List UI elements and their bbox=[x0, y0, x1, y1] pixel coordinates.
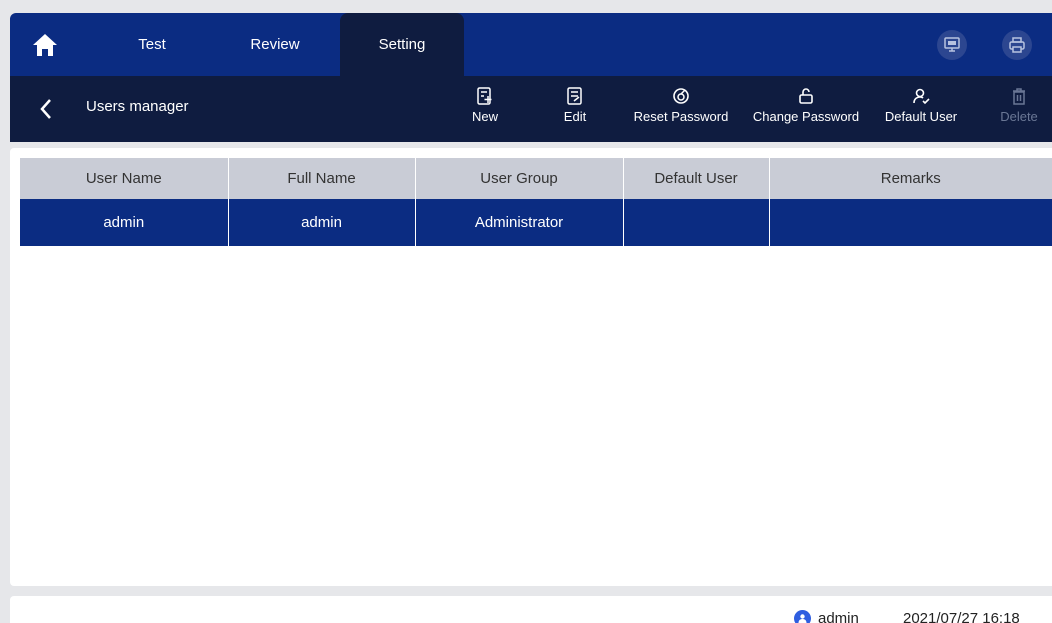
cell-remarks bbox=[769, 199, 1052, 246]
action-toolbar: Users manager New Edit Reset Password Ch… bbox=[10, 76, 1052, 142]
tab-label: Setting bbox=[378, 36, 426, 53]
column-header-user-name[interactable]: User Name bbox=[20, 158, 229, 199]
table-row[interactable]: admin admin Administrator bbox=[20, 199, 1052, 246]
tab-test[interactable]: Test bbox=[92, 13, 212, 76]
change-password-button[interactable]: Change Password bbox=[741, 86, 871, 134]
tab-label: Review bbox=[250, 36, 300, 53]
chevron-left-icon bbox=[40, 99, 51, 119]
page-title: Users manager bbox=[86, 98, 189, 115]
column-header-remarks[interactable]: Remarks bbox=[769, 158, 1052, 199]
cell-user-name: admin bbox=[20, 199, 229, 246]
cell-user-group: Administrator bbox=[415, 199, 624, 246]
app-window: Test Review Setting Users manager New Ed… bbox=[10, 13, 1052, 623]
default-user-label: Default User bbox=[884, 109, 958, 124]
tab-label: Test bbox=[138, 36, 166, 53]
lock-icon bbox=[796, 86, 816, 106]
new-document-icon bbox=[475, 86, 495, 106]
cell-full-name: admin bbox=[228, 199, 416, 246]
default-user-button[interactable]: Default User bbox=[873, 86, 969, 134]
column-header-default-user[interactable]: Default User bbox=[623, 158, 770, 199]
cell-default-user bbox=[623, 199, 770, 246]
user-check-icon bbox=[911, 86, 931, 106]
table-header-row: User Name Full Name User Group Default U… bbox=[20, 158, 1052, 199]
user-avatar-icon bbox=[794, 610, 811, 623]
back-button[interactable] bbox=[36, 96, 56, 122]
users-panel: User Name Full Name User Group Default U… bbox=[10, 148, 1052, 586]
home-icon bbox=[33, 34, 57, 56]
print-button[interactable] bbox=[1002, 30, 1032, 60]
edit-button[interactable]: Edit bbox=[555, 86, 595, 134]
lis-button[interactable] bbox=[937, 30, 967, 60]
reset-password-button[interactable]: Reset Password bbox=[624, 86, 738, 134]
tab-setting[interactable]: Setting bbox=[340, 13, 464, 76]
trash-icon bbox=[1009, 86, 1029, 106]
users-table: User Name Full Name User Group Default U… bbox=[20, 158, 1052, 246]
top-nav-bar: Test Review Setting bbox=[10, 13, 1052, 76]
reset-icon bbox=[671, 86, 691, 106]
new-label: New bbox=[471, 109, 498, 124]
tab-review[interactable]: Review bbox=[215, 13, 335, 76]
edit-document-icon bbox=[565, 86, 585, 106]
column-header-full-name[interactable]: Full Name bbox=[228, 158, 416, 199]
delete-button[interactable]: Delete bbox=[996, 86, 1042, 134]
datetime: 2021/07/27 16:18 bbox=[903, 610, 1020, 623]
delete-label: Delete bbox=[1000, 109, 1038, 124]
edit-label: Edit bbox=[563, 109, 587, 124]
reset-password-label: Reset Password bbox=[633, 109, 729, 124]
home-button[interactable] bbox=[28, 29, 62, 61]
status-bar: admin 2021/07/27 16:18 bbox=[10, 596, 1052, 623]
lis-monitor-icon bbox=[944, 37, 960, 52]
column-header-user-group[interactable]: User Group bbox=[415, 158, 624, 199]
printer-icon bbox=[1009, 37, 1025, 53]
change-password-label: Change Password bbox=[752, 109, 860, 124]
current-user: admin bbox=[818, 610, 859, 623]
new-button[interactable]: New bbox=[465, 86, 505, 134]
